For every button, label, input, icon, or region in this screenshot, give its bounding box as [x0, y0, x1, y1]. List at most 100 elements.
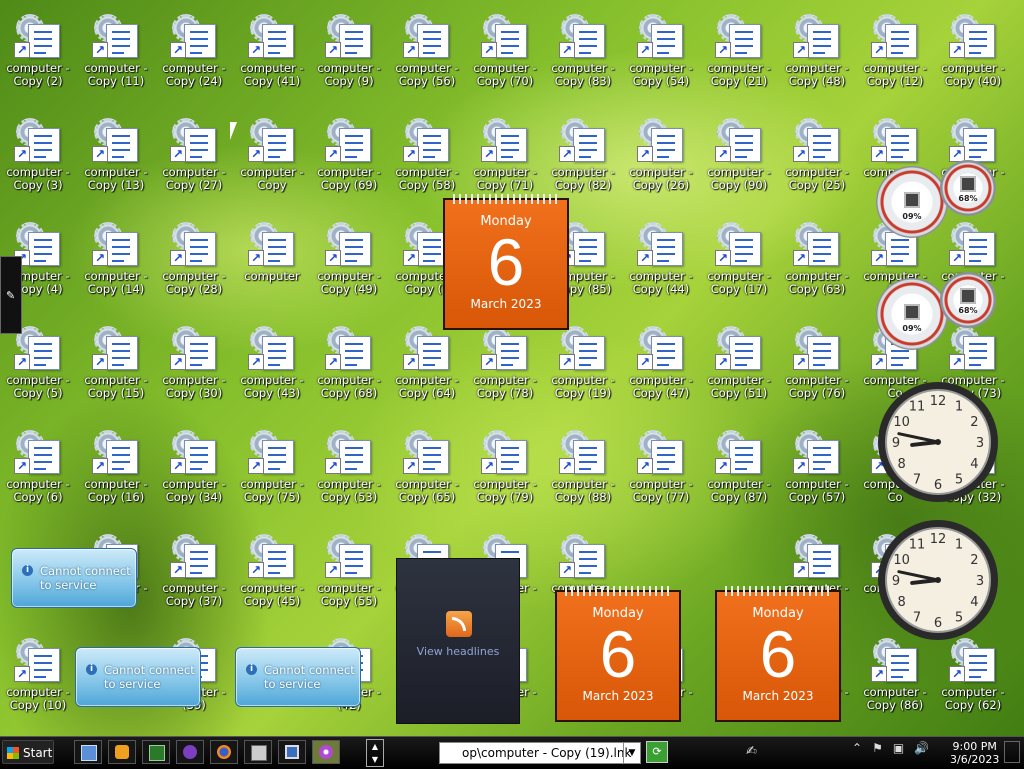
media-player-quicklaunch-button[interactable]: [108, 740, 136, 764]
desktop-shortcut[interactable]: ↗ computer - Copy (64): [389, 318, 465, 418]
desktop-shortcut[interactable]: ↗ computer - Copy (57): [779, 422, 855, 522]
desktop-shortcut[interactable]: ↗ computer - Copy (37): [156, 526, 232, 626]
desktop-shortcut[interactable]: ↗ computer - Copy (49): [311, 214, 387, 314]
desktop-shortcut[interactable]: ↗ computer - Copy (16): [78, 422, 154, 522]
cpu-meter-gadget[interactable]: 09% 68%: [876, 272, 1002, 350]
desktop-shortcut[interactable]: ↗ computer - Copy: [234, 110, 310, 210]
input-panel-icon[interactable]: ✍: [746, 744, 757, 759]
shortcut-arrow-icon: ↗: [403, 458, 419, 474]
sidebar-tab[interactable]: ✎: [0, 256, 22, 334]
shortcut-icon: ↗: [481, 12, 529, 60]
desktop-shortcut[interactable]: ↗ computer - Copy (75): [234, 422, 310, 522]
desktop-shortcut[interactable]: ↗ computer - Copy (88): [545, 422, 621, 522]
calendar-gadget[interactable]: Monday 6 March 2023: [443, 194, 569, 330]
shortcut-label: computer - Copy (30): [162, 373, 226, 400]
desktop-shortcut[interactable]: ↗ computer - Copy (41): [234, 6, 310, 106]
desktop-shortcut[interactable]: ↗ computer - Copy (25): [779, 110, 855, 210]
window-quicklaunch-button[interactable]: [278, 740, 306, 764]
desktop-shortcut[interactable]: ↗ computer - Copy (12): [857, 6, 933, 106]
shortcut-icon: ↗: [949, 116, 997, 164]
show-hidden-icons-icon[interactable]: ⌃: [852, 741, 862, 755]
desktop-shortcut[interactable]: ↗ computer - Copy (30): [156, 318, 232, 418]
desktop-shortcut[interactable]: ↗ computer: [234, 214, 310, 314]
calendar-gadget[interactable]: Monday 6 March 2023: [715, 586, 841, 722]
desktop-shortcut[interactable]: ↗ computer - Copy (48): [779, 6, 855, 106]
desktop-shortcut[interactable]: ↗ computer - Copy (47): [623, 318, 699, 418]
clock-gadget[interactable]: 1234567891011 12: [876, 380, 1000, 504]
view-headlines-link[interactable]: View headlines: [397, 645, 519, 658]
desktop-shortcut[interactable]: ↗ computer - Copy (15): [78, 318, 154, 418]
desktop-shortcut[interactable]: ↗ computer - Copy (51): [701, 318, 777, 418]
desktop-shortcut[interactable]: ↗ computer - Copy (56): [389, 6, 465, 106]
clock-numeral: 6: [934, 478, 942, 493]
taskbar-clock[interactable]: 9:00 PM 3/6/2023: [950, 740, 999, 766]
shortcut-icon: ↗: [637, 324, 685, 372]
desktop-shortcut[interactable]: ↗ computer - Copy (34): [156, 422, 232, 522]
calculator-quicklaunch-button[interactable]: [244, 740, 272, 764]
weather-gadget[interactable]: i Cannot connect to service: [75, 647, 201, 707]
desktop-shortcut[interactable]: ↗ computer - Copy (19): [545, 318, 621, 418]
desktop-shortcut[interactable]: ↗ computer - Copy (69): [311, 110, 387, 210]
calendar-gadget[interactable]: Monday 6 March 2023: [555, 586, 681, 722]
desktop-shortcut[interactable]: ↗ computer - Copy (6): [0, 422, 76, 522]
desktop-shortcut[interactable]: ↗ computer - Copy (24): [156, 6, 232, 106]
weather-gadget[interactable]: i Cannot connect to service: [11, 548, 137, 608]
desktop-shortcut[interactable]: ↗ computer - Copy (17): [701, 214, 777, 314]
weather-gadget[interactable]: i Cannot connect to service: [235, 647, 361, 707]
action-center-flag-icon[interactable]: ⚑: [872, 741, 883, 755]
firefox-quicklaunch-button[interactable]: [210, 740, 238, 764]
desktop-shortcut[interactable]: ↗ computer - Copy (43): [234, 318, 310, 418]
show-desktop-button[interactable]: [1004, 741, 1020, 763]
desktop-shortcut[interactable]: ↗ computer - Copy (70): [467, 6, 543, 106]
desktop-shortcut[interactable]: ↗ computer - Copy (14): [78, 214, 154, 314]
desktop-shortcut[interactable]: ↗ computer - Copy (65): [389, 422, 465, 522]
start-button[interactable]: Start: [2, 740, 54, 764]
address-toolbar-input[interactable]: op\computer - Copy (19).lnk ▼: [439, 742, 641, 764]
clock-gadget[interactable]: 1234567891011 12: [876, 518, 1000, 642]
desktop-shortcut[interactable]: ↗ computer - Copy (53): [311, 422, 387, 522]
scroll-up-icon[interactable]: ▲: [367, 740, 383, 753]
desktop-shortcut[interactable]: ↗ computer - Copy (10): [0, 630, 76, 730]
desktop-shortcut[interactable]: ↗ computer - Copy (86): [857, 630, 933, 730]
desktop-shortcut[interactable]: ↗ computer - Copy (62): [935, 630, 1011, 730]
chevron-down-icon[interactable]: ▼: [623, 743, 640, 763]
shortcut-icon: ↗: [325, 220, 373, 268]
desktop-shortcut[interactable]: ↗ computer - Copy (77): [623, 422, 699, 522]
volume-icon[interactable]: 🔊: [914, 741, 929, 755]
app-quicklaunch-button[interactable]: [312, 740, 340, 764]
desktop-shortcut[interactable]: ↗ computer - Copy (45): [234, 526, 310, 626]
desktop-shortcut[interactable]: ↗ computer - Copy (9): [311, 6, 387, 106]
checklist-icon: [729, 440, 761, 474]
desktop-shortcut[interactable]: ↗ computer - Copy (26): [623, 110, 699, 210]
desktop-shortcut[interactable]: ↗ computer - Copy (83): [545, 6, 621, 106]
terminal-quicklaunch-button[interactable]: [142, 740, 170, 764]
network-icon[interactable]: ▣: [893, 741, 904, 755]
cpu-meter-gadget[interactable]: 09% 68%: [876, 160, 1002, 238]
desktop-shortcut[interactable]: ↗ computer - Copy (2): [0, 6, 76, 106]
desktop-shortcut[interactable]: ↗ computer - Copy (76): [779, 318, 855, 418]
desktop-shortcut[interactable]: ↗ computer - Copy (40): [935, 6, 1011, 106]
app-quicklaunch-button[interactable]: [176, 740, 204, 764]
shortcut-label: computer - Copy (27): [162, 165, 226, 192]
desktop-shortcut[interactable]: ↗ computer - Copy (79): [467, 422, 543, 522]
desktop-shortcut[interactable]: ↗ computer - Copy (44): [623, 214, 699, 314]
desktop-shortcut[interactable]: ↗ computer - Copy (87): [701, 422, 777, 522]
desktop-shortcut[interactable]: ↗ computer - Copy (13): [78, 110, 154, 210]
scroll-down-icon[interactable]: ▼: [367, 753, 383, 766]
desktop-shortcut[interactable]: ↗ computer - Copy (55): [311, 526, 387, 626]
desktop-shortcut[interactable]: ↗ computer - Copy (11): [78, 6, 154, 106]
desktop-shortcut[interactable]: ↗ computer - Copy (78): [467, 318, 543, 418]
desktop-shortcut[interactable]: ↗ computer - Copy (27): [156, 110, 232, 210]
desktop-shortcut[interactable]: ↗ computer - Copy (21): [701, 6, 777, 106]
feed-headlines-gadget[interactable]: View headlines: [396, 558, 520, 724]
desktop-shortcut[interactable]: ↗ computer - Copy (63): [779, 214, 855, 314]
desktop-shortcut[interactable]: ↗ computer - Copy (54): [623, 6, 699, 106]
desktop-shortcut[interactable]: ↗ computer - Copy (3): [0, 110, 76, 210]
taskbar-scroll-buttons[interactable]: ▲ ▼: [366, 739, 384, 767]
computer-quicklaunch-button[interactable]: [74, 740, 102, 764]
shortcut-icon: ↗: [248, 220, 296, 268]
desktop-shortcut[interactable]: ↗ computer - Copy (90): [701, 110, 777, 210]
desktop-shortcut[interactable]: ↗ computer - Copy (68): [311, 318, 387, 418]
desktop-shortcut[interactable]: ↗ computer - Copy (28): [156, 214, 232, 314]
go-button[interactable]: ⟳: [646, 741, 668, 763]
